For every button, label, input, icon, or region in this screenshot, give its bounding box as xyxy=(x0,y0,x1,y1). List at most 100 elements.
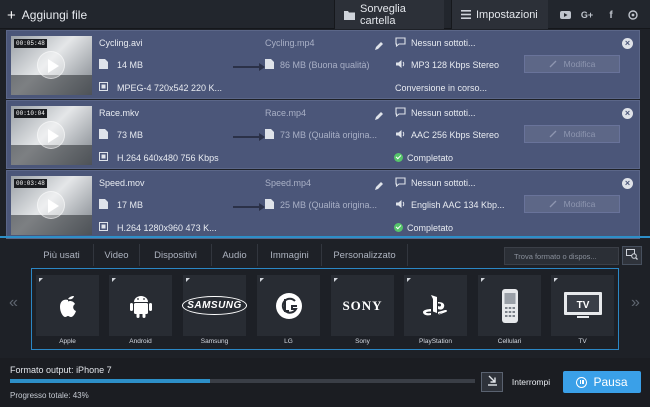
subtitles-select[interactable]: Nessun sottoti... xyxy=(411,108,476,118)
device-tile-sony[interactable]: SONY xyxy=(331,275,394,336)
check-icon xyxy=(394,223,403,232)
tab-custom[interactable]: Personalizzato xyxy=(322,244,408,266)
edit-name-icon[interactable] xyxy=(374,178,384,190)
output-size[interactable]: 25 MB (Qualità origina... xyxy=(280,200,377,210)
settings-button[interactable]: Impostazioni xyxy=(451,0,548,29)
output-file-name[interactable]: Speed.mp4 xyxy=(265,178,311,188)
samsung-icon: SAMSUNG xyxy=(182,283,247,328)
format-tabs: Più usati Video Dispositivi Audio Immagi… xyxy=(0,244,650,266)
output-format[interactable]: Formato output: iPhone 7 xyxy=(10,365,112,375)
edit-name-icon[interactable] xyxy=(374,38,384,50)
device-tile-tv[interactable]: TV xyxy=(551,275,614,336)
file-name: Cycling.avi xyxy=(99,38,143,48)
tab-most-used[interactable]: Più usati xyxy=(30,244,94,266)
convert-arrow-icon xyxy=(233,129,267,141)
play-icon[interactable] xyxy=(37,191,65,219)
thumbnail-duration: 00:05:48 xyxy=(14,39,47,48)
modify-button[interactable]: Modifica xyxy=(524,125,620,143)
subtitles-icon xyxy=(395,177,407,189)
play-icon[interactable] xyxy=(37,121,65,149)
audio-icon xyxy=(395,59,407,71)
file-row[interactable]: 00:10:04 Race.mkv 73 MB H.264 640x480 756 K… xyxy=(6,100,640,169)
corner-marker xyxy=(260,278,264,282)
file-icon xyxy=(99,59,111,71)
play-icon[interactable] xyxy=(37,51,65,79)
audio-track-select[interactable]: MP3 128 Kbps Stereo xyxy=(411,60,499,70)
audio-icon xyxy=(395,129,407,141)
subtitles-select[interactable]: Nessun sottoti... xyxy=(411,178,476,188)
video-info: H.264 1280x960 473 K... xyxy=(117,223,217,233)
audio-track-select[interactable]: English AAC 134 Kbp... xyxy=(411,200,505,210)
file-row[interactable]: 00:05:48 Cycling.avi 14 MB MPEG-4 720x542 2… xyxy=(6,30,640,99)
video-info: H.264 640x480 756 Kbps xyxy=(117,153,219,163)
lg-icon xyxy=(257,283,320,328)
mobile-phone-icon xyxy=(478,283,541,328)
video-thumbnail[interactable]: 00:05:48 xyxy=(11,36,92,95)
stop-button[interactable]: Interrompi xyxy=(506,372,556,392)
corner-marker xyxy=(481,278,485,282)
output-file-name[interactable]: Cycling.mp4 xyxy=(265,38,315,48)
check-icon xyxy=(394,153,403,162)
progress-label: Progresso totale: xyxy=(10,391,71,400)
video-codec-icon xyxy=(99,222,111,234)
output-folder-button[interactable] xyxy=(481,372,503,392)
tab-images[interactable]: Immagini xyxy=(258,244,322,266)
progress-text: Progresso totale: 43% xyxy=(10,391,89,400)
file-list: 00:05:48 Cycling.avi 14 MB MPEG-4 720x542 2… xyxy=(6,30,640,239)
device-label: PlayStation xyxy=(419,338,452,345)
watch-folder-label: Sorveglia cartella xyxy=(360,2,406,27)
video-thumbnail[interactable]: 00:03:48 xyxy=(11,176,92,235)
corner-marker xyxy=(186,278,190,282)
vk-icon[interactable] xyxy=(626,8,640,22)
tab-audio[interactable]: Audio xyxy=(212,244,258,266)
format-search-input[interactable]: Trova formato o dispos... xyxy=(504,247,619,265)
scroll-left-arrow-icon[interactable]: « xyxy=(9,294,18,312)
file-name: Race.mkv xyxy=(99,108,140,118)
corner-marker xyxy=(554,278,558,282)
add-files-button[interactable]: + Aggiungi file xyxy=(7,5,87,25)
file-size: 14 MB xyxy=(117,60,144,70)
scroll-right-arrow-icon[interactable]: » xyxy=(631,294,640,312)
output-file-name[interactable]: Race.mp4 xyxy=(265,108,306,118)
video-codec-icon xyxy=(99,82,111,94)
search-placeholder: Trova formato o dispos... xyxy=(514,251,597,261)
device-tile-android[interactable] xyxy=(109,275,172,336)
search-device-button[interactable] xyxy=(622,246,642,265)
sony-icon: SONY xyxy=(342,297,383,313)
output-size[interactable]: 86 MB (Buona qualità) xyxy=(280,60,370,70)
facebook-icon[interactable]: f xyxy=(604,8,618,22)
close-icon[interactable]: × xyxy=(622,178,633,189)
corner-marker xyxy=(39,278,43,282)
audio-icon xyxy=(395,199,407,211)
corner-marker xyxy=(407,278,411,282)
audio-track-select[interactable]: AAC 256 Kbps Stereo xyxy=(411,130,499,140)
output-size[interactable]: 73 MB (Qualità origina... xyxy=(280,130,377,140)
tab-video[interactable]: Video xyxy=(94,244,140,266)
youtube-icon[interactable] xyxy=(558,8,572,22)
device-tile-cellulari[interactable] xyxy=(478,275,541,336)
device-label: Cellulari xyxy=(497,338,522,345)
file-row[interactable]: 00:03:48 Speed.mov 17 MB H.264 1280x960 473… xyxy=(6,170,640,239)
modify-button[interactable]: Modifica xyxy=(524,195,620,213)
file-icon xyxy=(265,199,277,211)
add-files-label: Aggiungi file xyxy=(21,8,88,22)
subtitles-select[interactable]: Nessun sottoti... xyxy=(411,38,476,48)
tab-devices[interactable]: Dispositivi xyxy=(140,244,212,266)
device-tile-samsung[interactable]: SAMSUNG xyxy=(182,275,247,336)
pause-button[interactable]: Pausa xyxy=(563,371,641,393)
close-icon[interactable]: × xyxy=(622,38,633,49)
google-plus-icon[interactable]: G+ xyxy=(580,8,594,22)
subtitles-icon xyxy=(395,107,407,119)
video-thumbnail[interactable]: 00:10:04 xyxy=(11,106,92,165)
search-icon xyxy=(626,247,638,265)
device-tile-apple[interactable] xyxy=(36,275,99,336)
conversion-status: Completato xyxy=(407,153,454,163)
top-toolbar: + Aggiungi file Sorveglia cartella Impos… xyxy=(0,0,650,29)
file-icon xyxy=(99,129,111,141)
watch-folder-button[interactable]: Sorveglia cartella xyxy=(334,0,444,29)
edit-name-icon[interactable] xyxy=(374,108,384,120)
device-tile-lg[interactable] xyxy=(257,275,320,336)
device-tile-playstation[interactable] xyxy=(404,275,467,336)
close-icon[interactable]: × xyxy=(622,108,633,119)
modify-button[interactable]: Modifica xyxy=(524,55,620,73)
